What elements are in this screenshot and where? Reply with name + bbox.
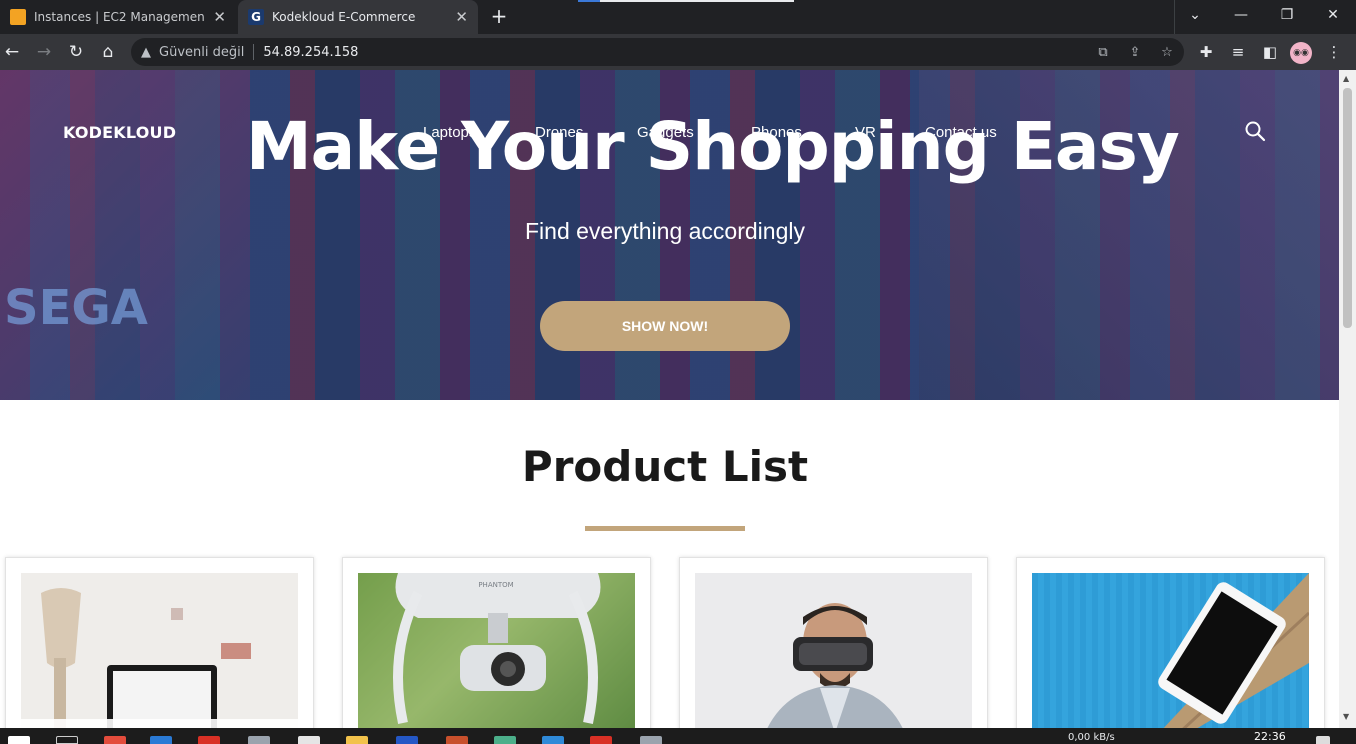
page-scrollbar[interactable]: ▲ ▼ <box>1339 70 1356 728</box>
drone-image[interactable]: PHANTOM <box>358 573 635 728</box>
tab-kodekloud-ecommerce[interactable]: G Kodekloud E-Commerce ✕ <box>238 0 478 34</box>
hero-background-sign: SEGA <box>4 280 148 336</box>
profile-avatar[interactable]: ◉◉ <box>1290 42 1312 64</box>
clock-time[interactable]: 22:36 <box>1254 730 1286 743</box>
forward-arrow-icon[interactable]: → <box>32 40 56 64</box>
close-tab-icon[interactable]: ✕ <box>455 8 468 26</box>
vr-headset-image[interactable] <box>695 573 972 728</box>
browser-tab-bar: Instances | EC2 Management Con ✕ G Kodek… <box>0 0 1356 34</box>
search-taskbar-icon[interactable] <box>56 736 78 744</box>
app-icon[interactable] <box>396 736 418 744</box>
chrome-icon[interactable] <box>590 736 612 744</box>
start-menu-icon[interactable] <box>8 736 30 744</box>
tab-ec2-instances[interactable]: Instances | EC2 Management Con ✕ <box>0 0 236 34</box>
browser-toolbar: ← → ↻ ⌂ ▲ Güvenli değil 54.89.254.158 ⧉ … <box>0 34 1356 70</box>
restore-button[interactable]: ❐ <box>1264 0 1310 30</box>
divider <box>253 44 255 60</box>
product-card-tablet[interactable] <box>1016 557 1325 728</box>
close-tab-icon[interactable]: ✕ <box>213 8 226 26</box>
security-status[interactable]: Güvenli değil <box>159 45 244 60</box>
title-underline <box>585 526 745 531</box>
vscode-icon[interactable] <box>542 736 564 744</box>
chrome-icon[interactable] <box>198 736 220 744</box>
app-icon[interactable] <box>446 736 468 744</box>
app-icon[interactable] <box>104 736 126 744</box>
hero-subtitle: Find everything accordingly <box>525 218 805 244</box>
scrollbar-thumb[interactable] <box>1343 88 1352 328</box>
product-list-title: Product List <box>521 442 809 491</box>
media-controls-icon[interactable]: ≡ <box>1226 40 1250 64</box>
site-logo[interactable]: KODEKLOUD <box>63 123 176 142</box>
bookmark-star-icon[interactable]: ☆ <box>1157 45 1177 61</box>
hero-title: Make Your Shopping Easy <box>246 108 1180 185</box>
folder-icon[interactable] <box>346 736 368 744</box>
reload-icon[interactable]: ↻ <box>64 40 88 64</box>
g-site-icon: G <box>248 9 264 25</box>
notifications-icon[interactable] <box>1316 736 1330 744</box>
tab-title: Instances | EC2 Management Con <box>34 10 206 24</box>
share-icon[interactable]: ⇪ <box>1125 45 1145 61</box>
loading-indicator <box>578 0 600 2</box>
close-window-button[interactable]: ✕ <box>1310 0 1356 30</box>
product-card-drone[interactable]: PHANTOM <box>342 557 651 728</box>
app-icon[interactable] <box>640 736 662 744</box>
minimize-button[interactable]: — <box>1218 0 1264 30</box>
tab-search-icon[interactable]: ⌄ <box>1172 0 1218 30</box>
network-speed: 0,00 kB/s <box>1068 732 1115 743</box>
tab-strip-highlight <box>600 0 794 2</box>
tab-title: Kodekloud E-Commerce <box>272 10 416 24</box>
search-icon[interactable] <box>1244 120 1266 142</box>
aws-icon <box>10 9 26 25</box>
laptop-image[interactable] <box>21 573 298 728</box>
windows-taskbar: 0,00 kB/s 22:36 <box>0 728 1356 744</box>
warning-icon[interactable]: ▲ <box>141 45 151 60</box>
show-now-button[interactable]: SHOW NOW! <box>540 301 790 351</box>
product-card-vr[interactable] <box>679 557 988 728</box>
app-icon[interactable] <box>494 736 516 744</box>
scroll-down-icon[interactable]: ▼ <box>1343 712 1349 721</box>
app-icon[interactable] <box>298 736 320 744</box>
drone-brand-label: PHANTOM <box>478 581 513 589</box>
tablet-image[interactable] <box>1032 573 1309 728</box>
url-text[interactable]: 54.89.254.158 <box>263 45 358 60</box>
extensions-icon[interactable]: ✚ <box>1194 40 1218 64</box>
side-panel-icon[interactable]: ◧ <box>1258 40 1282 64</box>
back-arrow-icon[interactable]: ← <box>0 40 24 64</box>
new-tab-button[interactable]: + <box>488 5 510 27</box>
page-viewport: SEGA KODEKLOUD Laptops Drones Gadgets Ph… <box>0 70 1339 728</box>
product-card-laptop[interactable] <box>5 557 314 728</box>
menu-kebab-icon[interactable]: ⋮ <box>1322 40 1346 64</box>
address-bar[interactable]: ▲ Güvenli değil 54.89.254.158 ⧉ ⇪ ☆ <box>131 38 1184 66</box>
app-icon[interactable] <box>248 736 270 744</box>
divider <box>1174 0 1175 34</box>
scroll-up-icon[interactable]: ▲ <box>1343 74 1349 83</box>
app-icon[interactable] <box>150 736 172 744</box>
home-icon[interactable]: ⌂ <box>96 40 120 64</box>
translate-icon[interactable]: ⧉ <box>1093 45 1113 61</box>
hero-banner: SEGA KODEKLOUD Laptops Drones Gadgets Ph… <box>0 70 1339 400</box>
